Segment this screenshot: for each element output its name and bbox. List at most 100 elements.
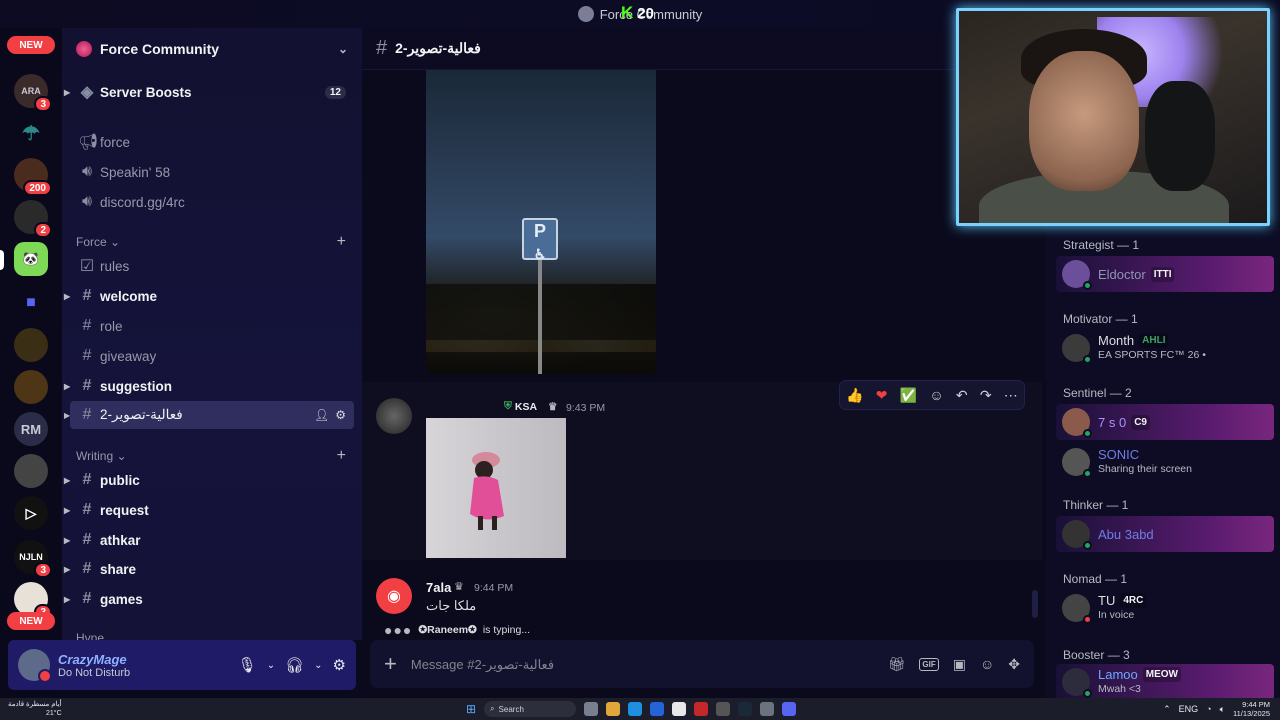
new-pill-top[interactable]: NEW	[7, 36, 55, 54]
attachment-image-parking[interactable]: P ♿︎	[426, 70, 656, 374]
sticker-icon[interactable]: ▣	[953, 656, 966, 673]
chevron-down-icon[interactable]: ⌄	[267, 660, 275, 671]
channel-suggestion[interactable]: ▶ # suggestion	[64, 372, 354, 400]
taskview-icon[interactable]	[584, 702, 599, 716]
server-icon-panda[interactable]: 🐼	[14, 242, 48, 276]
member-item[interactable]: Eldoctor ITTI	[1056, 256, 1274, 292]
member-name: SONIC	[1098, 447, 1140, 462]
gear-icon[interactable]: ⚙	[335, 408, 346, 422]
discord-icon[interactable]	[782, 702, 797, 716]
wifi-icon[interactable]: ◔	[1206, 704, 1211, 714]
microphone-icon[interactable]: 🎙︎	[238, 656, 257, 674]
server-icon-fire[interactable]: 200	[14, 158, 52, 196]
folder-icon[interactable]: ■	[14, 286, 48, 320]
member-item[interactable]: TU 4RC In voice	[1056, 590, 1274, 626]
add-member-icon[interactable]: 👤︎	[314, 408, 329, 422]
channel-share[interactable]: ▶ # share	[64, 555, 354, 583]
outlook-icon[interactable]	[650, 702, 665, 716]
category-force[interactable]: Force ⌄ +	[76, 232, 354, 252]
check-reaction-icon[interactable]: ✅	[900, 387, 917, 404]
chevron-down-icon[interactable]: ⌄	[314, 660, 322, 671]
add-reaction-icon[interactable]: ☺	[929, 387, 943, 403]
category-hype[interactable]: Hype	[76, 628, 354, 640]
channel-athkar[interactable]: ▶ # athkar	[64, 526, 354, 554]
server-boosts-row[interactable]: ▶ ◈ Server Boosts 12	[64, 78, 354, 106]
reply-icon[interactable]: ↶	[956, 387, 968, 404]
channel-games[interactable]: ▶ # games	[64, 585, 354, 613]
channel-speakin[interactable]: 🔊︎ Speakin' 58	[70, 158, 354, 186]
gear-icon[interactable]: ⚙	[333, 656, 346, 674]
server-icon-avatar[interactable]: 3	[14, 582, 52, 620]
member-tag: MEOW	[1142, 667, 1181, 682]
more-icon[interactable]: ⋯	[1004, 387, 1018, 404]
channel-photo-event[interactable]: ▶ # فعالية-تصوير-2 👤︎ ⚙	[64, 401, 354, 429]
file-explorer-icon[interactable]	[606, 702, 621, 716]
server-icon-dark[interactable]: 2	[14, 200, 52, 238]
tray-icon[interactable]: ⌃	[1163, 704, 1171, 715]
category-writing[interactable]: Writing ⌄ +	[76, 446, 354, 466]
add-channel-icon[interactable]: +	[337, 233, 346, 251]
member-item[interactable]: Abu 3abd	[1056, 516, 1274, 552]
app-settings-icon[interactable]	[716, 702, 731, 716]
weather-widget[interactable]: أيام مسطرة قادمة 21°C	[8, 700, 62, 718]
clock[interactable]: 9:44 PM 11/13/2025	[1233, 700, 1270, 718]
message-author[interactable]: 7ala	[426, 580, 451, 595]
channel-force[interactable]: 📢︎ force	[70, 128, 354, 156]
taskbar-search[interactable]: ⌕ Search	[484, 701, 577, 717]
server-icon-njln[interactable]: NJLN 3	[14, 540, 52, 578]
app-icon[interactable]	[760, 702, 775, 716]
channel-role[interactable]: # role	[70, 312, 354, 340]
channel-rules[interactable]: ☑ rules	[70, 252, 354, 280]
edge-icon[interactable]	[628, 702, 643, 716]
hash-icon: #	[82, 560, 92, 577]
emoji-icon[interactable]: ☺	[980, 656, 994, 672]
umbrella-server-icon[interactable]: ☂	[14, 116, 48, 150]
new-pill-bottom[interactable]: NEW	[7, 612, 55, 630]
apps-icon[interactable]: ✥	[1008, 656, 1020, 673]
play-server-icon[interactable]: ▷	[14, 496, 48, 530]
windows-start-icon[interactable]: ⊞	[466, 702, 476, 716]
server-icon-cat[interactable]	[14, 370, 48, 404]
volume-icon[interactable]: 🔈︎	[1220, 704, 1225, 715]
channel-invite[interactable]: 🔊︎ discord.gg/4rc	[70, 188, 354, 216]
channel-label: games	[100, 591, 143, 607]
hash-icon: #	[82, 287, 92, 304]
server-icon-voice[interactable]	[14, 328, 48, 362]
gif-icon[interactable]: GIF	[919, 657, 939, 671]
member-activity: Mwah <3	[1098, 683, 1141, 695]
gift-icon[interactable]: 🎁︎	[888, 656, 906, 673]
server-icon	[577, 6, 594, 22]
channel-welcome[interactable]: ▶ # welcome	[64, 282, 354, 310]
discord-default-avatar[interactable]: ◉	[376, 578, 412, 614]
guild-header[interactable]: Force Community ⌄	[62, 28, 362, 70]
heart-reaction-icon[interactable]: ❤	[876, 387, 888, 404]
add-channel-icon[interactable]: +	[337, 447, 346, 465]
thumbs-up-reaction-icon[interactable]: 👍	[846, 387, 863, 404]
server-icon-grey[interactable]	[14, 454, 48, 488]
channel-public[interactable]: ▶ # public	[64, 466, 354, 494]
message-time: 9:44 PM	[474, 582, 514, 594]
upload-plus-icon[interactable]: +	[384, 651, 397, 677]
forward-icon[interactable]: ↷	[980, 387, 992, 404]
member-item[interactable]: Lamoo MEOW Mwah <3	[1056, 664, 1274, 698]
member-item[interactable]: Month AHLI EA SPORTS FC™ 26 •	[1056, 330, 1274, 366]
server-icon-rm[interactable]: RM	[14, 412, 48, 446]
member-item[interactable]: 7 s 0 C9	[1056, 404, 1274, 440]
headphones-icon[interactable]: 🎧︎	[285, 656, 304, 674]
attachment-image-dog[interactable]	[426, 418, 566, 558]
server-icon-ara[interactable]: ARA 3	[14, 74, 52, 112]
language-indicator[interactable]: ENG	[1179, 704, 1199, 714]
steam-icon[interactable]	[738, 702, 753, 716]
avatar[interactable]	[376, 398, 412, 434]
avatar[interactable]	[18, 649, 52, 683]
hash-icon: #	[82, 531, 92, 548]
hash-icon: #	[82, 471, 92, 488]
scrollbar[interactable]	[1032, 590, 1038, 618]
message-input[interactable]	[410, 656, 874, 672]
channel-giveaway[interactable]: # giveaway	[70, 342, 354, 370]
chrome-icon[interactable]	[672, 702, 687, 716]
app-m-icon[interactable]	[694, 702, 709, 716]
channel-request[interactable]: ▶ # request	[64, 496, 354, 524]
member-item[interactable]: SONIC Sharing their screen	[1056, 444, 1274, 480]
server-badge: 200	[23, 180, 52, 196]
